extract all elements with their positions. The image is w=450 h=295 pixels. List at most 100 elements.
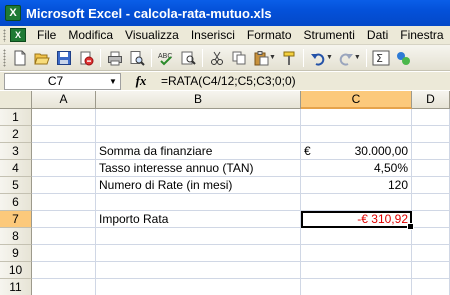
permission-icon[interactable]: [75, 47, 97, 69]
cell-c6[interactable]: [301, 194, 412, 211]
cell-a10[interactable]: [32, 262, 96, 279]
formula-bar: C7 ▼ fx =RATA(C4/12;C5;C3;0;0): [0, 72, 450, 90]
menu-strumenti[interactable]: Strumenti: [298, 26, 361, 45]
row-header[interactable]: 6: [0, 194, 32, 211]
formula-input[interactable]: =RATA(C4/12;C5;C3;0;0): [161, 74, 450, 88]
cell-a5[interactable]: [32, 177, 96, 194]
cell-c2[interactable]: [301, 126, 412, 143]
cell-c1[interactable]: [301, 109, 412, 126]
row-header[interactable]: 10: [0, 262, 32, 279]
cell-c11[interactable]: [301, 279, 412, 295]
cell-a3[interactable]: [32, 143, 96, 160]
row-header[interactable]: 9: [0, 245, 32, 262]
row-header[interactable]: 5: [0, 177, 32, 194]
cell-a7[interactable]: [32, 211, 96, 228]
cell-b7[interactable]: Importo Rata: [96, 211, 301, 228]
cell-c7[interactable]: -€ 310,92: [301, 211, 414, 230]
window-title: Microsoft Excel - calcola-rata-mutuo.xls: [26, 5, 272, 21]
select-all-corner[interactable]: [0, 91, 32, 109]
open-icon[interactable]: [31, 47, 53, 69]
column-header-a[interactable]: A: [32, 91, 96, 109]
table-row: 2: [0, 126, 450, 143]
workbook-icon[interactable]: X: [10, 28, 26, 42]
excel-app-icon[interactable]: X: [5, 5, 21, 21]
cell-a4[interactable]: [32, 160, 96, 177]
menu-finestra[interactable]: Finestra: [394, 26, 449, 45]
cell-b9[interactable]: [96, 245, 301, 262]
toolbar-grip[interactable]: [3, 48, 6, 67]
cell-b3[interactable]: Somma da finanziare: [96, 143, 301, 160]
cut-icon[interactable]: [206, 47, 228, 69]
row-header[interactable]: 4: [0, 160, 32, 177]
row-header[interactable]: 7: [0, 211, 32, 228]
cell-d5[interactable]: [412, 177, 450, 194]
save-icon[interactable]: [53, 47, 75, 69]
copy-icon[interactable]: [228, 47, 250, 69]
print-preview-icon[interactable]: [126, 47, 148, 69]
print-icon[interactable]: [104, 47, 126, 69]
redo-dropdown-icon[interactable]: ▼: [354, 54, 361, 61]
undo-dropdown-icon[interactable]: ▼: [326, 54, 333, 61]
cell-c5[interactable]: 120: [301, 177, 412, 194]
menu-file[interactable]: File: [31, 26, 62, 45]
row-header[interactable]: 1: [0, 109, 32, 126]
cell-d4[interactable]: [412, 160, 450, 177]
cell-a2[interactable]: [32, 126, 96, 143]
spelling-icon[interactable]: ABC: [155, 47, 177, 69]
cell-d9[interactable]: [412, 245, 450, 262]
cell-b1[interactable]: [96, 109, 301, 126]
cell-d3[interactable]: [412, 143, 450, 160]
cell-a6[interactable]: [32, 194, 96, 211]
cell-a11[interactable]: [32, 279, 96, 295]
cell-b4[interactable]: Tasso interesse annuo (TAN): [96, 160, 301, 177]
cell-d8[interactable]: [412, 228, 450, 245]
cell-a8[interactable]: [32, 228, 96, 245]
row-header[interactable]: 2: [0, 126, 32, 143]
menu-modifica[interactable]: Modifica: [62, 26, 119, 45]
menu-dati[interactable]: Dati: [361, 26, 394, 45]
insert-function-icon[interactable]: fx: [121, 73, 161, 89]
cell-d11[interactable]: [412, 279, 450, 295]
cell-c3[interactable]: € 30.000,00: [301, 143, 412, 160]
cell-d10[interactable]: [412, 262, 450, 279]
research-icon[interactable]: [177, 47, 199, 69]
currency-symbol: €: [304, 144, 311, 158]
row-header[interactable]: 8: [0, 228, 32, 245]
row-header[interactable]: 11: [0, 279, 32, 295]
column-header-d[interactable]: D: [412, 91, 450, 109]
column-header-c[interactable]: C: [301, 91, 412, 109]
menubar-grip[interactable]: [3, 28, 6, 42]
cell-a9[interactable]: [32, 245, 96, 262]
title-bar: X Microsoft Excel - calcola-rata-mutuo.x…: [0, 0, 450, 26]
cell-b5[interactable]: Numero di Rate (in mesi): [96, 177, 301, 194]
cell-c9[interactable]: [301, 245, 412, 262]
row-header[interactable]: 3: [0, 143, 32, 160]
paste-dropdown-icon[interactable]: ▼: [269, 54, 276, 61]
table-row: 4 Tasso interesse annuo (TAN) 4,50%: [0, 160, 450, 177]
cell-a1[interactable]: [32, 109, 96, 126]
chevron-down-icon[interactable]: ▼: [106, 77, 120, 86]
name-box-value[interactable]: C7: [5, 74, 106, 88]
menu-formato[interactable]: Formato: [241, 26, 298, 45]
cell-d7[interactable]: [412, 211, 450, 228]
cell-c4[interactable]: 4,50%: [301, 160, 412, 177]
cell-b10[interactable]: [96, 262, 301, 279]
cell-b6[interactable]: [96, 194, 301, 211]
cell-b11[interactable]: [96, 279, 301, 295]
cell-d2[interactable]: [412, 126, 450, 143]
sum-icon[interactable]: Σ: [370, 47, 392, 69]
cell-c10[interactable]: [301, 262, 412, 279]
format-painter-icon[interactable]: [278, 47, 300, 69]
menu-inserisci[interactable]: Inserisci: [185, 26, 241, 45]
cell-c8[interactable]: [301, 228, 412, 245]
column-header-b[interactable]: B: [96, 91, 301, 109]
name-box[interactable]: C7 ▼: [4, 72, 121, 90]
menu-visualizza[interactable]: Visualizza: [119, 26, 185, 45]
toolbar-separator: [100, 48, 101, 67]
cell-d1[interactable]: [412, 109, 450, 126]
cell-d6[interactable]: [412, 194, 450, 211]
cell-b8[interactable]: [96, 228, 301, 245]
new-icon[interactable]: [9, 47, 31, 69]
cell-b2[interactable]: [96, 126, 301, 143]
help-icon[interactable]: [392, 47, 414, 69]
